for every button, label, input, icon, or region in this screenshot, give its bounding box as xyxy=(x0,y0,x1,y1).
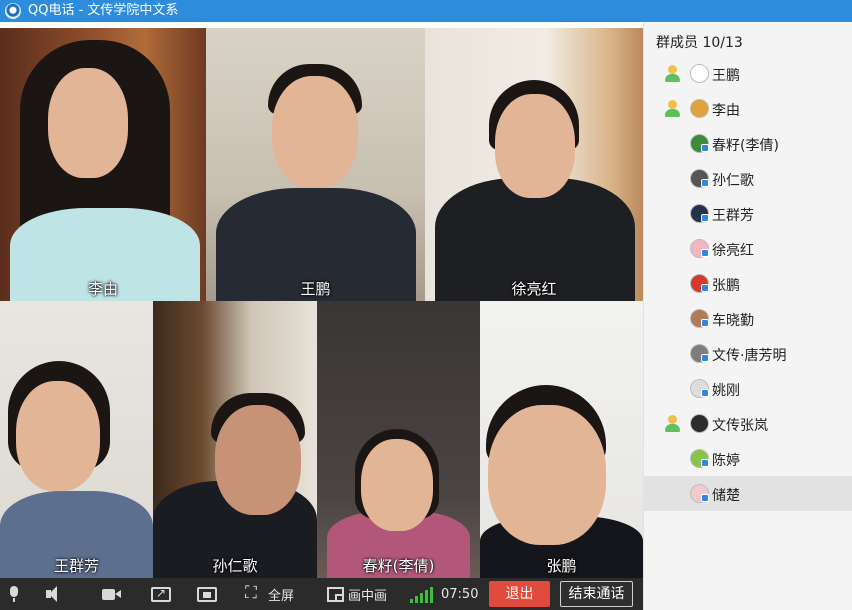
video-tile[interactable]: 王群芳 xyxy=(0,301,153,578)
member-name: 陈婷 xyxy=(712,453,740,469)
member-name: 文传·唐芳明 xyxy=(712,348,787,364)
member-name: 车晓勤 xyxy=(712,313,754,329)
qq-logo-icon xyxy=(5,3,21,19)
title-bar: QQ电话 - 文传学院中文系 xyxy=(0,0,852,22)
member-name: 徐亮红 xyxy=(712,243,754,259)
member-name: 孙仁歌 xyxy=(712,173,754,189)
member-item[interactable]: 文传·唐芳明 xyxy=(644,336,852,371)
avatar xyxy=(690,414,709,433)
video-tile[interactable]: 徐亮红 xyxy=(425,28,643,301)
member-list: 王鹏李由春籽(李倩) 孙仁歌王群芳徐亮红张鹏车晓勤文传·唐芳明 姚刚文传张岚陈婷储楚 xyxy=(644,56,852,511)
participant-name: 王鹏 xyxy=(300,280,331,298)
member-item[interactable]: 车晓勤 xyxy=(644,301,852,336)
mobile-device-icon xyxy=(701,354,709,362)
member-item[interactable]: 王群芳 xyxy=(644,196,852,231)
member-item[interactable]: 徐亮红 xyxy=(644,231,852,266)
call-duration: 07:50 xyxy=(441,586,479,602)
mobile-device-icon xyxy=(701,144,709,152)
member-item[interactable]: 张鹏 xyxy=(644,266,852,301)
member-name: 春籽(李倩) xyxy=(712,138,779,154)
video-grid: 李由 王鹏 徐亮红 王群芳 孙仁歌 春籽(李倩) 张鹏 xyxy=(0,28,643,578)
pip-label: 画中画 xyxy=(348,588,388,604)
member-item[interactable]: 春籽(李倩) xyxy=(644,126,852,161)
exit-button[interactable]: 退出 xyxy=(489,581,550,607)
speaker-icon xyxy=(44,585,64,603)
participant-name: 王群芳 xyxy=(53,557,99,575)
member-name: 储楚 xyxy=(712,488,740,504)
camera-button[interactable] xyxy=(102,578,122,610)
mobile-device-icon xyxy=(701,494,709,502)
member-panel: 群成员 10/13 王鹏李由春籽(李倩) 孙仁歌王群芳徐亮红张鹏车晓勤文传·唐芳明… xyxy=(643,22,852,610)
picture-in-picture-button[interactable]: 画中画 xyxy=(327,578,387,610)
speaking-user-icon xyxy=(664,65,681,82)
member-item[interactable]: 姚刚 xyxy=(644,371,852,406)
member-count-header: 群成员 10/13 xyxy=(656,35,743,51)
member-name: 王群芳 xyxy=(712,208,754,224)
video-tile[interactable]: 李由 xyxy=(0,28,206,301)
member-item[interactable]: 陈婷 xyxy=(644,441,852,476)
speaking-user-icon xyxy=(664,100,681,117)
pip-icon xyxy=(327,586,344,602)
video-tile[interactable]: 张鹏 xyxy=(480,301,643,578)
signal-strength-icon xyxy=(410,587,434,603)
avatar xyxy=(690,64,709,83)
participant-name: 李由 xyxy=(87,280,118,298)
mobile-device-icon xyxy=(701,319,709,327)
mobile-device-icon xyxy=(701,249,709,257)
speaking-user-icon xyxy=(664,415,681,432)
member-item[interactable]: 李由 xyxy=(644,91,852,126)
mobile-device-icon xyxy=(701,389,709,397)
speaker-button[interactable] xyxy=(44,578,64,610)
mic-button[interactable] xyxy=(4,578,24,610)
member-item[interactable]: 王鹏 xyxy=(644,56,852,91)
window-title: QQ电话 - 文传学院中文系 xyxy=(28,3,179,18)
screen-capture-button[interactable] xyxy=(197,578,217,610)
participant-name: 张鹏 xyxy=(546,557,577,575)
member-name: 姚刚 xyxy=(712,383,740,399)
member-name: 文传张岚 xyxy=(712,418,768,434)
avatar xyxy=(690,99,709,118)
member-item[interactable]: 孙仁歌 xyxy=(644,161,852,196)
video-tile[interactable]: 春籽(李倩) xyxy=(317,301,480,578)
participant-name: 徐亮红 xyxy=(511,280,557,298)
fullscreen-button[interactable]: 全屏 xyxy=(244,578,294,610)
member-name: 张鹏 xyxy=(712,278,740,294)
share-screen-icon xyxy=(151,586,171,602)
video-tile[interactable]: 王鹏 xyxy=(206,28,425,301)
member-item[interactable]: 文传张岚 xyxy=(644,406,852,441)
participant-name: 春籽(李倩) xyxy=(362,557,435,575)
fullscreen-icon xyxy=(244,583,264,603)
screen-icon xyxy=(197,586,217,602)
fullscreen-label: 全屏 xyxy=(268,588,295,604)
member-name: 王鹏 xyxy=(712,68,740,84)
mobile-device-icon xyxy=(701,284,709,292)
member-item[interactable]: 储楚 xyxy=(644,476,852,511)
mobile-device-icon xyxy=(701,214,709,222)
mobile-device-icon xyxy=(701,459,709,467)
member-name: 李由 xyxy=(712,103,740,119)
call-toolbar: 全屏 画中画 07:50 退出 结束通话 xyxy=(0,578,643,610)
end-call-button[interactable]: 结束通话 xyxy=(560,581,633,607)
microphone-icon xyxy=(4,585,24,603)
participant-name: 孙仁歌 xyxy=(212,557,258,575)
mobile-device-icon xyxy=(701,179,709,187)
camera-icon xyxy=(102,585,122,603)
video-tile[interactable]: 孙仁歌 xyxy=(153,301,317,578)
share-screen-button[interactable] xyxy=(151,578,171,610)
